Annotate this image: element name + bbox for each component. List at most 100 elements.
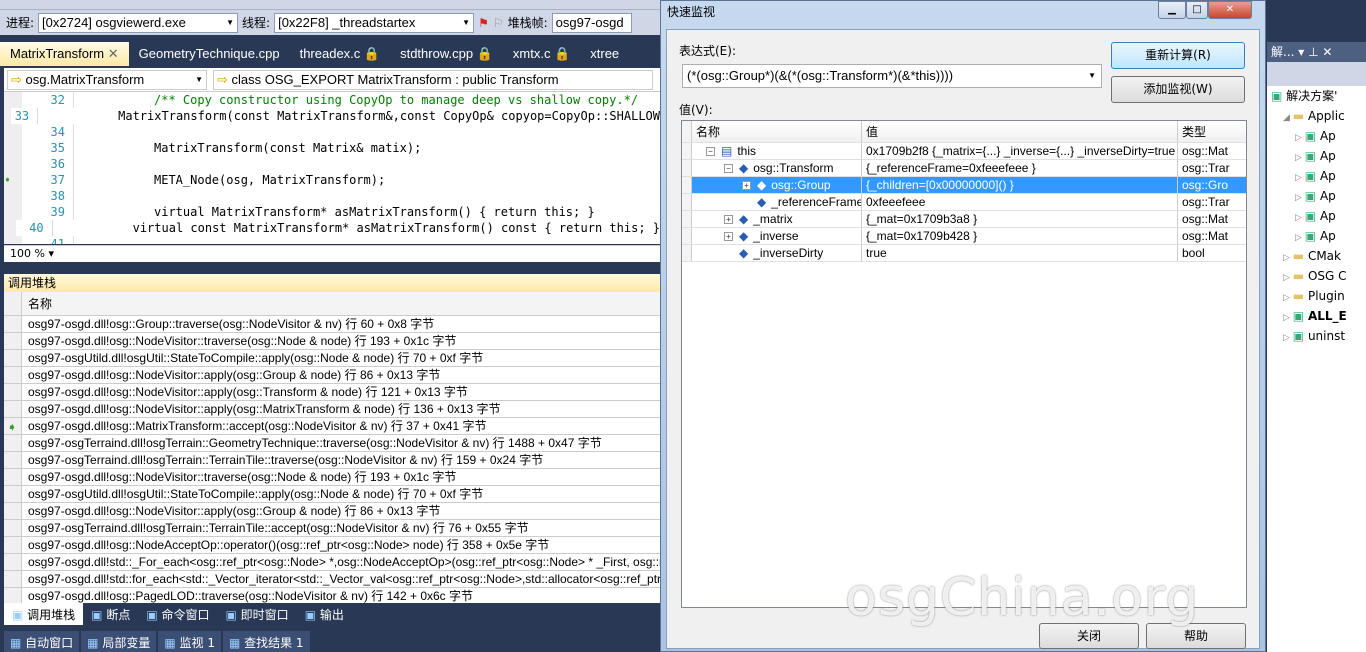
- callstack-row[interactable]: osg97-osgd.dll!osg::NodeVisitor::travers…: [4, 469, 660, 486]
- expand-toggle-icon[interactable]: +: [742, 181, 751, 191]
- gutter[interactable]: [4, 188, 22, 204]
- expand-toggle-icon[interactable]: −: [706, 147, 715, 157]
- bottom-tab-0[interactable]: ▣ 调用堆栈: [4, 603, 84, 625]
- tool-window-icon: ▦: [164, 636, 180, 650]
- tab-0[interactable]: MatrixTransform ✕: [0, 42, 129, 66]
- stackframe-combo[interactable]: osg97-osgd: [551, 12, 632, 33]
- tab-5[interactable]: xtree: [580, 42, 629, 66]
- expand-arrow-icon[interactable]: ▷: [1283, 333, 1293, 343]
- gutter[interactable]: [4, 236, 22, 244]
- tab-2[interactable]: threadex.c 🔒: [290, 42, 391, 66]
- callstack-row[interactable]: osg97-osgd.dll!std::_For_each<osg::ref_p…: [4, 554, 660, 571]
- bottom-tab2-1[interactable]: ▦ 局部变量: [81, 631, 157, 652]
- gutter[interactable]: [4, 92, 22, 108]
- expand-toggle-icon[interactable]: +: [724, 232, 733, 242]
- callstack-row[interactable]: osg97-osgd.dll!osg::Group::traverse(osg:…: [4, 316, 660, 333]
- maximize-button[interactable]: □: [1186, 1, 1208, 19]
- expand-toggle-icon[interactable]: +: [724, 215, 733, 225]
- watch-row[interactable]: − ◆ osg::Transform {_referenceFrame=0xfeeef…: [682, 160, 1246, 177]
- solution-item[interactable]: ▷ ▬ Plugin: [1267, 286, 1366, 306]
- callstack-row[interactable]: osg97-osgd.dll!std::for_each<std::_Vecto…: [4, 571, 660, 588]
- watch-row[interactable]: − ▤ this 0x1709b2f8 {_matrix={...} _inverse…: [682, 143, 1246, 160]
- callstack-header[interactable]: 名称: [4, 292, 660, 316]
- expand-arrow-icon[interactable]: ◢: [1283, 113, 1293, 123]
- recalculate-button[interactable]: 重新计算(R): [1111, 42, 1245, 69]
- solution-item[interactable]: ▷ ▣ Ap: [1267, 186, 1366, 206]
- watch-row[interactable]: + ◆ _inverse {_mat=0x1709b428 } osg::Mat: [682, 228, 1246, 245]
- solution-item[interactable]: ◢ ▬ Applic: [1267, 106, 1366, 126]
- expand-arrow-icon[interactable]: ▷: [1283, 273, 1293, 283]
- expand-arrow-icon[interactable]: ▷: [1295, 133, 1305, 143]
- callstack-row[interactable]: osg97-osgd.dll!osg::NodeVisitor::apply(o…: [4, 384, 660, 401]
- expand-arrow-icon[interactable]: ▷: [1283, 253, 1293, 263]
- scope-combo[interactable]: ⇨ osg.MatrixTransform ▼: [7, 70, 207, 90]
- solution-item[interactable]: ▷ ▣ ALL_E: [1267, 306, 1366, 326]
- gutter[interactable]: [4, 108, 12, 124]
- watch-row[interactable]: + ◆ osg::Group {_children=[0x00000000]() } o…: [682, 177, 1246, 194]
- gutter[interactable]: ➧: [4, 172, 22, 188]
- bottom-tab2-2[interactable]: ▦ 监视 1: [158, 631, 221, 652]
- member-combo[interactable]: ⇨ class OSG_EXPORT MatrixTransform : pub…: [213, 70, 653, 90]
- bottom-tab2-3[interactable]: ▦ 查找结果 1: [222, 631, 310, 652]
- callstack-row[interactable]: osg97-osgTerraind.dll!osgTerrain::Terrai…: [4, 452, 660, 469]
- callstack-row[interactable]: osg97-osgd.dll!osg::PagedLOD::traverse(o…: [4, 588, 660, 603]
- watch-row[interactable]: ◆ _inverseDirty true bool: [682, 245, 1246, 262]
- solution-item[interactable]: ▷ ▣ Ap: [1267, 206, 1366, 226]
- flag-icon[interactable]: ⚑: [478, 16, 489, 30]
- watch-row[interactable]: ◆ _referenceFrame 0xfeeefeee osg::Trar: [682, 194, 1246, 211]
- bottom-tab-3[interactable]: ▣ 即时窗口: [218, 603, 297, 625]
- callstack-row[interactable]: ➧ osg97-osgd.dll!osg::MatrixTransform::ac…: [4, 418, 660, 435]
- gutter[interactable]: [4, 204, 22, 220]
- callstack-row[interactable]: osg97-osgUtild.dll!osgUtil::StateToCompi…: [4, 486, 660, 503]
- solution-item[interactable]: ▷ ▣ Ap: [1267, 166, 1366, 186]
- callstack-row[interactable]: osg97-osgd.dll!osg::NodeVisitor::travers…: [4, 333, 660, 350]
- expand-arrow-icon[interactable]: ▷: [1295, 193, 1305, 203]
- expand-arrow-icon[interactable]: ▷: [1295, 153, 1305, 163]
- expand-arrow-icon[interactable]: ▷: [1295, 173, 1305, 183]
- solution-item[interactable]: ▷ ▬ CMak: [1267, 246, 1366, 266]
- expand-toggle-icon[interactable]: −: [724, 164, 733, 174]
- expression-input[interactable]: (*(osg::Group*)(&(*(osg::Transform*)(&*t…: [682, 64, 1102, 88]
- gutter[interactable]: [4, 140, 22, 156]
- solution-item[interactable]: ▷ ▣ uninst: [1267, 326, 1366, 346]
- add-watch-button[interactable]: 添加监视(W): [1111, 76, 1245, 103]
- solution-item[interactable]: ▷ ▬ OSG C: [1267, 266, 1366, 286]
- close-tab-icon[interactable]: ✕: [104, 46, 119, 61]
- bottom-tab-2[interactable]: ▣ 命令窗口: [138, 603, 217, 625]
- expand-arrow-icon[interactable]: ▷: [1283, 313, 1293, 323]
- gutter[interactable]: [4, 220, 16, 236]
- expand-arrow-icon[interactable]: ▷: [1283, 293, 1293, 303]
- solution-item[interactable]: ▷ ▣ Ap: [1267, 226, 1366, 246]
- expand-arrow-icon[interactable]: ▷: [1295, 213, 1305, 223]
- gutter[interactable]: [4, 124, 22, 140]
- tab-1[interactable]: GeometryTechnique.cpp: [129, 42, 290, 66]
- zoom-level[interactable]: 100 % ▾: [4, 245, 660, 262]
- callstack-row[interactable]: osg97-osgTerraind.dll!osgTerrain::Geomet…: [4, 435, 660, 452]
- flag-outline-icon[interactable]: ⚐: [493, 16, 504, 30]
- column-name[interactable]: 名称: [692, 121, 862, 142]
- bottom-tab-1[interactable]: ▣ 断点: [83, 603, 138, 625]
- tab-3[interactable]: stdthrow.cpp 🔒: [390, 42, 503, 66]
- callstack-row[interactable]: osg97-osgTerraind.dll!osgTerrain::Terrai…: [4, 520, 660, 537]
- gutter[interactable]: [4, 156, 22, 172]
- solution-item[interactable]: ▷ ▣ Ap: [1267, 126, 1366, 146]
- expand-arrow-icon[interactable]: ▷: [1295, 233, 1305, 243]
- callstack-row[interactable]: osg97-osgd.dll!osg::NodeAcceptOp::operat…: [4, 537, 660, 554]
- callstack-row[interactable]: osg97-osgUtild.dll!osgUtil::StateToCompi…: [4, 350, 660, 367]
- bottom-tab-4[interactable]: ▣ 输出: [297, 603, 352, 625]
- process-combo[interactable]: [0x2724] osgviewerd.exe ▼: [38, 12, 239, 33]
- close-window-button[interactable]: ✕: [1208, 1, 1252, 19]
- callstack-row[interactable]: osg97-osgd.dll!osg::NodeVisitor::apply(o…: [4, 401, 660, 418]
- callstack-row[interactable]: osg97-osgd.dll!osg::NodeVisitor::apply(o…: [4, 503, 660, 520]
- solution-item[interactable]: ▣ 解决方案': [1267, 86, 1366, 106]
- minimize-button[interactable]: ▁: [1158, 1, 1186, 19]
- solution-item[interactable]: ▷ ▣ Ap: [1267, 146, 1366, 166]
- column-value[interactable]: 值: [862, 121, 1178, 142]
- thread-combo[interactable]: [0x22F8] _threadstartex ▼: [274, 12, 475, 33]
- watch-row[interactable]: + ◆ _matrix {_mat=0x1709b3a8 } osg::Mat: [682, 211, 1246, 228]
- code-editor[interactable]: 32 /** Copy constructor using CopyOp to m…: [4, 92, 660, 244]
- callstack-row[interactable]: osg97-osgd.dll!osg::NodeVisitor::apply(o…: [4, 367, 660, 384]
- tab-4[interactable]: xmtx.c 🔒: [503, 42, 580, 66]
- bottom-tab2-0[interactable]: ▦ 自动窗口: [4, 631, 80, 652]
- column-type[interactable]: 类型: [1178, 121, 1230, 142]
